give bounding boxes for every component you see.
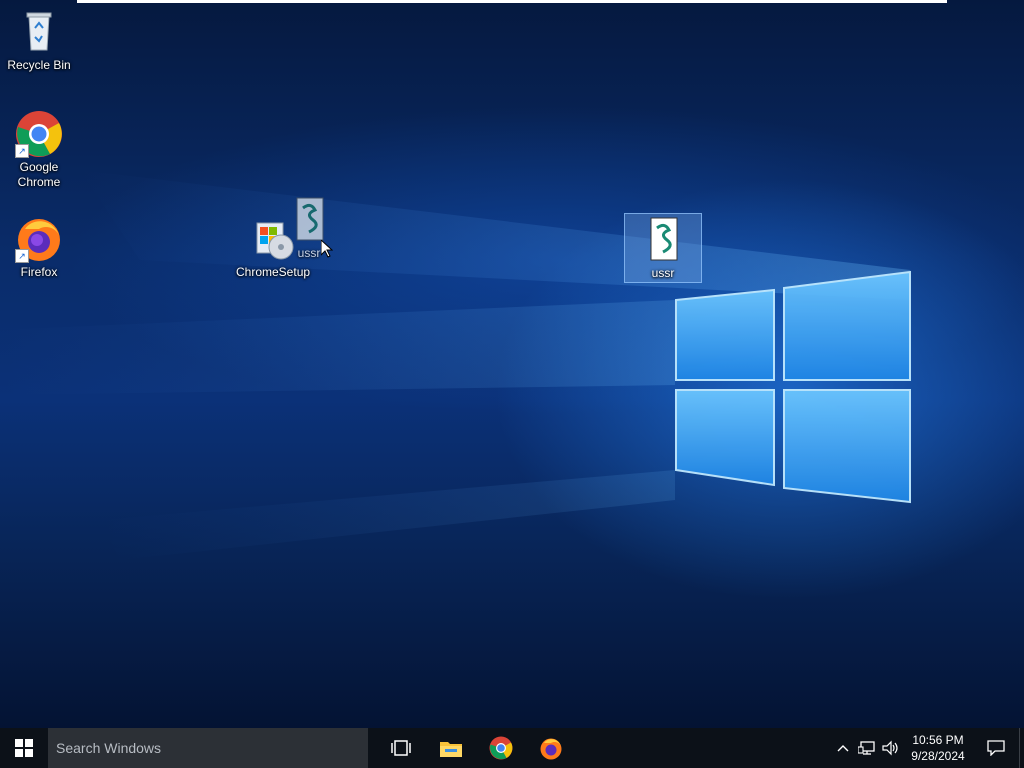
action-center-button[interactable]: [973, 728, 1019, 768]
windows-wallpaper: [0, 170, 911, 560]
shortcut-arrow-icon: ↗: [15, 249, 29, 263]
volume-button[interactable]: [879, 728, 903, 768]
speaker-icon: [882, 740, 898, 756]
network-icon: [858, 741, 875, 755]
chrome-icon: [489, 736, 513, 760]
shortcut-arrow-icon: ↗: [15, 144, 29, 158]
file-explorer-icon: [440, 742, 462, 757]
taskbar-search-box[interactable]: Search Windows: [48, 728, 368, 768]
start-button[interactable]: [0, 728, 48, 768]
desktop-icon-recycle-bin[interactable]: Recycle Bin: [2, 8, 76, 73]
desktop-icon-firefox[interactable]: ↗ Firefox: [2, 215, 76, 280]
taskbar: Search Windows 10:56 PM 9/28/2024: [0, 728, 1024, 768]
notification-icon: [987, 740, 1005, 756]
script-file-icon: [285, 196, 333, 244]
task-view-icon: [391, 740, 411, 756]
show-hidden-icons-button[interactable]: [831, 728, 855, 768]
desktop-icon-google-chrome[interactable]: ↗ Google Chrome: [2, 110, 76, 190]
firefox-icon: [540, 738, 562, 760]
chevron-up-icon: [837, 745, 849, 752]
firefox-icon: ↗: [15, 215, 63, 263]
search-placeholder: Search Windows: [56, 740, 162, 756]
task-view-button[interactable]: [376, 728, 426, 768]
desktop-icon-label: ussr: [651, 266, 675, 280]
clock-date: 9/28/2024: [911, 749, 965, 763]
windows-logo-icon: [15, 739, 33, 757]
drag-ghost-ussr: ussr: [272, 196, 346, 261]
system-tray: 10:56 PM 9/28/2024: [831, 728, 1024, 768]
taskbar-chrome[interactable]: [476, 728, 526, 768]
desktop-icon-label: Google Chrome: [17, 160, 61, 189]
desktop-icon-label: Firefox: [20, 265, 58, 279]
taskbar-clock[interactable]: 10:56 PM 9/28/2024: [903, 732, 973, 764]
desktop-icon-label: Recycle Bin: [7, 58, 71, 72]
show-desktop-button[interactable]: [1019, 728, 1024, 768]
desktop-icon-label: ChromeSetup: [236, 265, 311, 279]
mouse-cursor-icon: [321, 240, 333, 258]
taskbar-file-explorer[interactable]: [426, 728, 476, 768]
desktop-icon-ussr[interactable]: ussr: [624, 213, 702, 283]
drag-ghost-label: ussr: [297, 246, 321, 260]
chrome-icon: ↗: [15, 110, 63, 158]
taskbar-firefox[interactable]: [526, 728, 576, 768]
desktop: Recycle Bin ↗ Google Chrome ↗ Firefox Ch…: [0, 0, 1024, 728]
script-file-icon: [639, 216, 687, 264]
network-button[interactable]: [855, 728, 879, 768]
recycle-bin-icon: [15, 8, 63, 56]
clock-time: 10:56 PM: [912, 733, 964, 747]
white-window-edge: [77, 0, 947, 3]
